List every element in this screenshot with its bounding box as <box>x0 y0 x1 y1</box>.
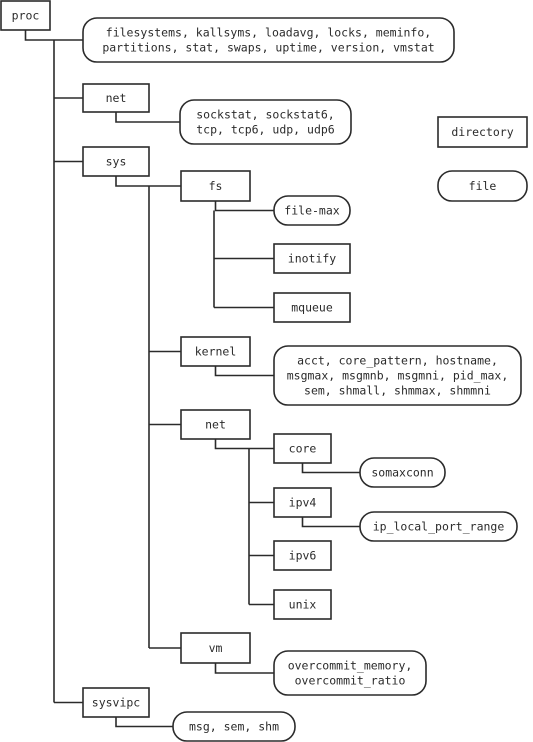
file-node-proc-files: filesystems, kallsyms, loadavg, locks, m… <box>82 17 455 63</box>
connector-line <box>214 201 274 212</box>
connector-line <box>115 112 180 123</box>
node-label: ipv4 <box>289 496 317 510</box>
node-label: ipv6 <box>289 549 317 563</box>
node-label: mqueue <box>291 301 333 315</box>
connector-line <box>214 663 274 674</box>
node-label: sockstat, sockstat6, <box>196 108 334 122</box>
legend-directory: directory <box>437 116 528 148</box>
node-label: core <box>289 442 317 456</box>
legend: directory file <box>437 116 528 202</box>
node-label: file <box>469 179 497 193</box>
node-label: acct, core_pattern, hostname, <box>297 354 498 368</box>
node-label: ip_local_port_range <box>373 520 505 534</box>
node-label: tcp, tcp6, udp, udp6 <box>196 123 335 137</box>
directory-node-fs-inotify: inotify <box>273 243 351 274</box>
node-label: directory <box>451 125 513 139</box>
directory-node-fs-mqueue: mqueue <box>273 292 351 323</box>
directory-node-sys-vm: vm <box>180 632 251 664</box>
node-label: filesystems, kallsyms, loadavg, locks, m… <box>106 26 431 40</box>
connector-line <box>214 439 274 450</box>
connector-line <box>24 30 83 41</box>
node-label: msg, sem, shm <box>189 720 279 734</box>
file-node-core-somaxconn: somaxconn <box>359 457 446 488</box>
node-label: vm <box>209 641 223 655</box>
connector-line <box>301 517 360 528</box>
directory-node-net: net <box>82 83 150 113</box>
directory-node-sys-kernel: kernel <box>180 336 251 367</box>
node-label: file-max <box>284 204 339 218</box>
connector-line <box>301 463 360 474</box>
node-label: net <box>205 418 226 432</box>
connector-line <box>214 366 274 377</box>
node-label: sem, shmall, shmmax, shmmni <box>304 384 491 398</box>
directory-node-net-ipv4: ipv4 <box>273 487 332 518</box>
directory-node-sys-net: net <box>180 409 251 440</box>
legend-file: file <box>437 170 528 202</box>
node-label: overcommit_ratio <box>295 674 406 688</box>
proc-tree-diagram: proc filesystems, kallsyms, loadavg, lock… <box>0 0 528 742</box>
node-label: partitions, stat, swaps, uptime, version… <box>102 41 434 55</box>
node-label: msgmax, msgmnb, msgmni, pid_max, <box>287 369 509 383</box>
node-label: net <box>106 91 127 105</box>
directory-node-proc: proc <box>0 0 51 31</box>
directory-node-net-ipv6: ipv6 <box>273 540 332 571</box>
directory-node-net-unix: unix <box>273 589 332 620</box>
file-node-kernel-files: acct, core_pattern, hostname,msgmax, msg… <box>273 345 522 406</box>
connector-line <box>115 717 173 728</box>
node-label: kernel <box>195 345 237 359</box>
file-node-fs-file-max: file-max <box>273 195 351 226</box>
file-node-net-files: sockstat, sockstat6,tcp, tcp6, udp, udp6 <box>179 99 352 145</box>
directory-node-sys-fs: fs <box>180 170 251 202</box>
connector-line <box>115 176 181 187</box>
file-node-vm-files: overcommit_memory,overcommit_ratio <box>273 650 427 696</box>
node-label: unix <box>289 598 317 612</box>
node-label: fs <box>209 179 223 193</box>
nodes-layer: proc filesystems, kallsyms, loadavg, lock… <box>0 0 522 742</box>
node-label: overcommit_memory, <box>288 659 413 673</box>
node-label: somaxconn <box>371 466 433 480</box>
node-label: sysvipc <box>92 696 140 710</box>
directory-node-sysvipc: sysvipc <box>82 687 150 718</box>
directory-node-sys: sys <box>82 146 150 177</box>
file-node-ipv4-port-range: ip_local_port_range <box>359 511 518 542</box>
node-label: sys <box>106 155 127 169</box>
directory-node-net-core: core <box>273 433 332 464</box>
file-node-sysvipc-files: msg, sem, shm <box>172 711 296 742</box>
node-label: inotify <box>288 252 337 266</box>
node-label: proc <box>12 9 40 23</box>
